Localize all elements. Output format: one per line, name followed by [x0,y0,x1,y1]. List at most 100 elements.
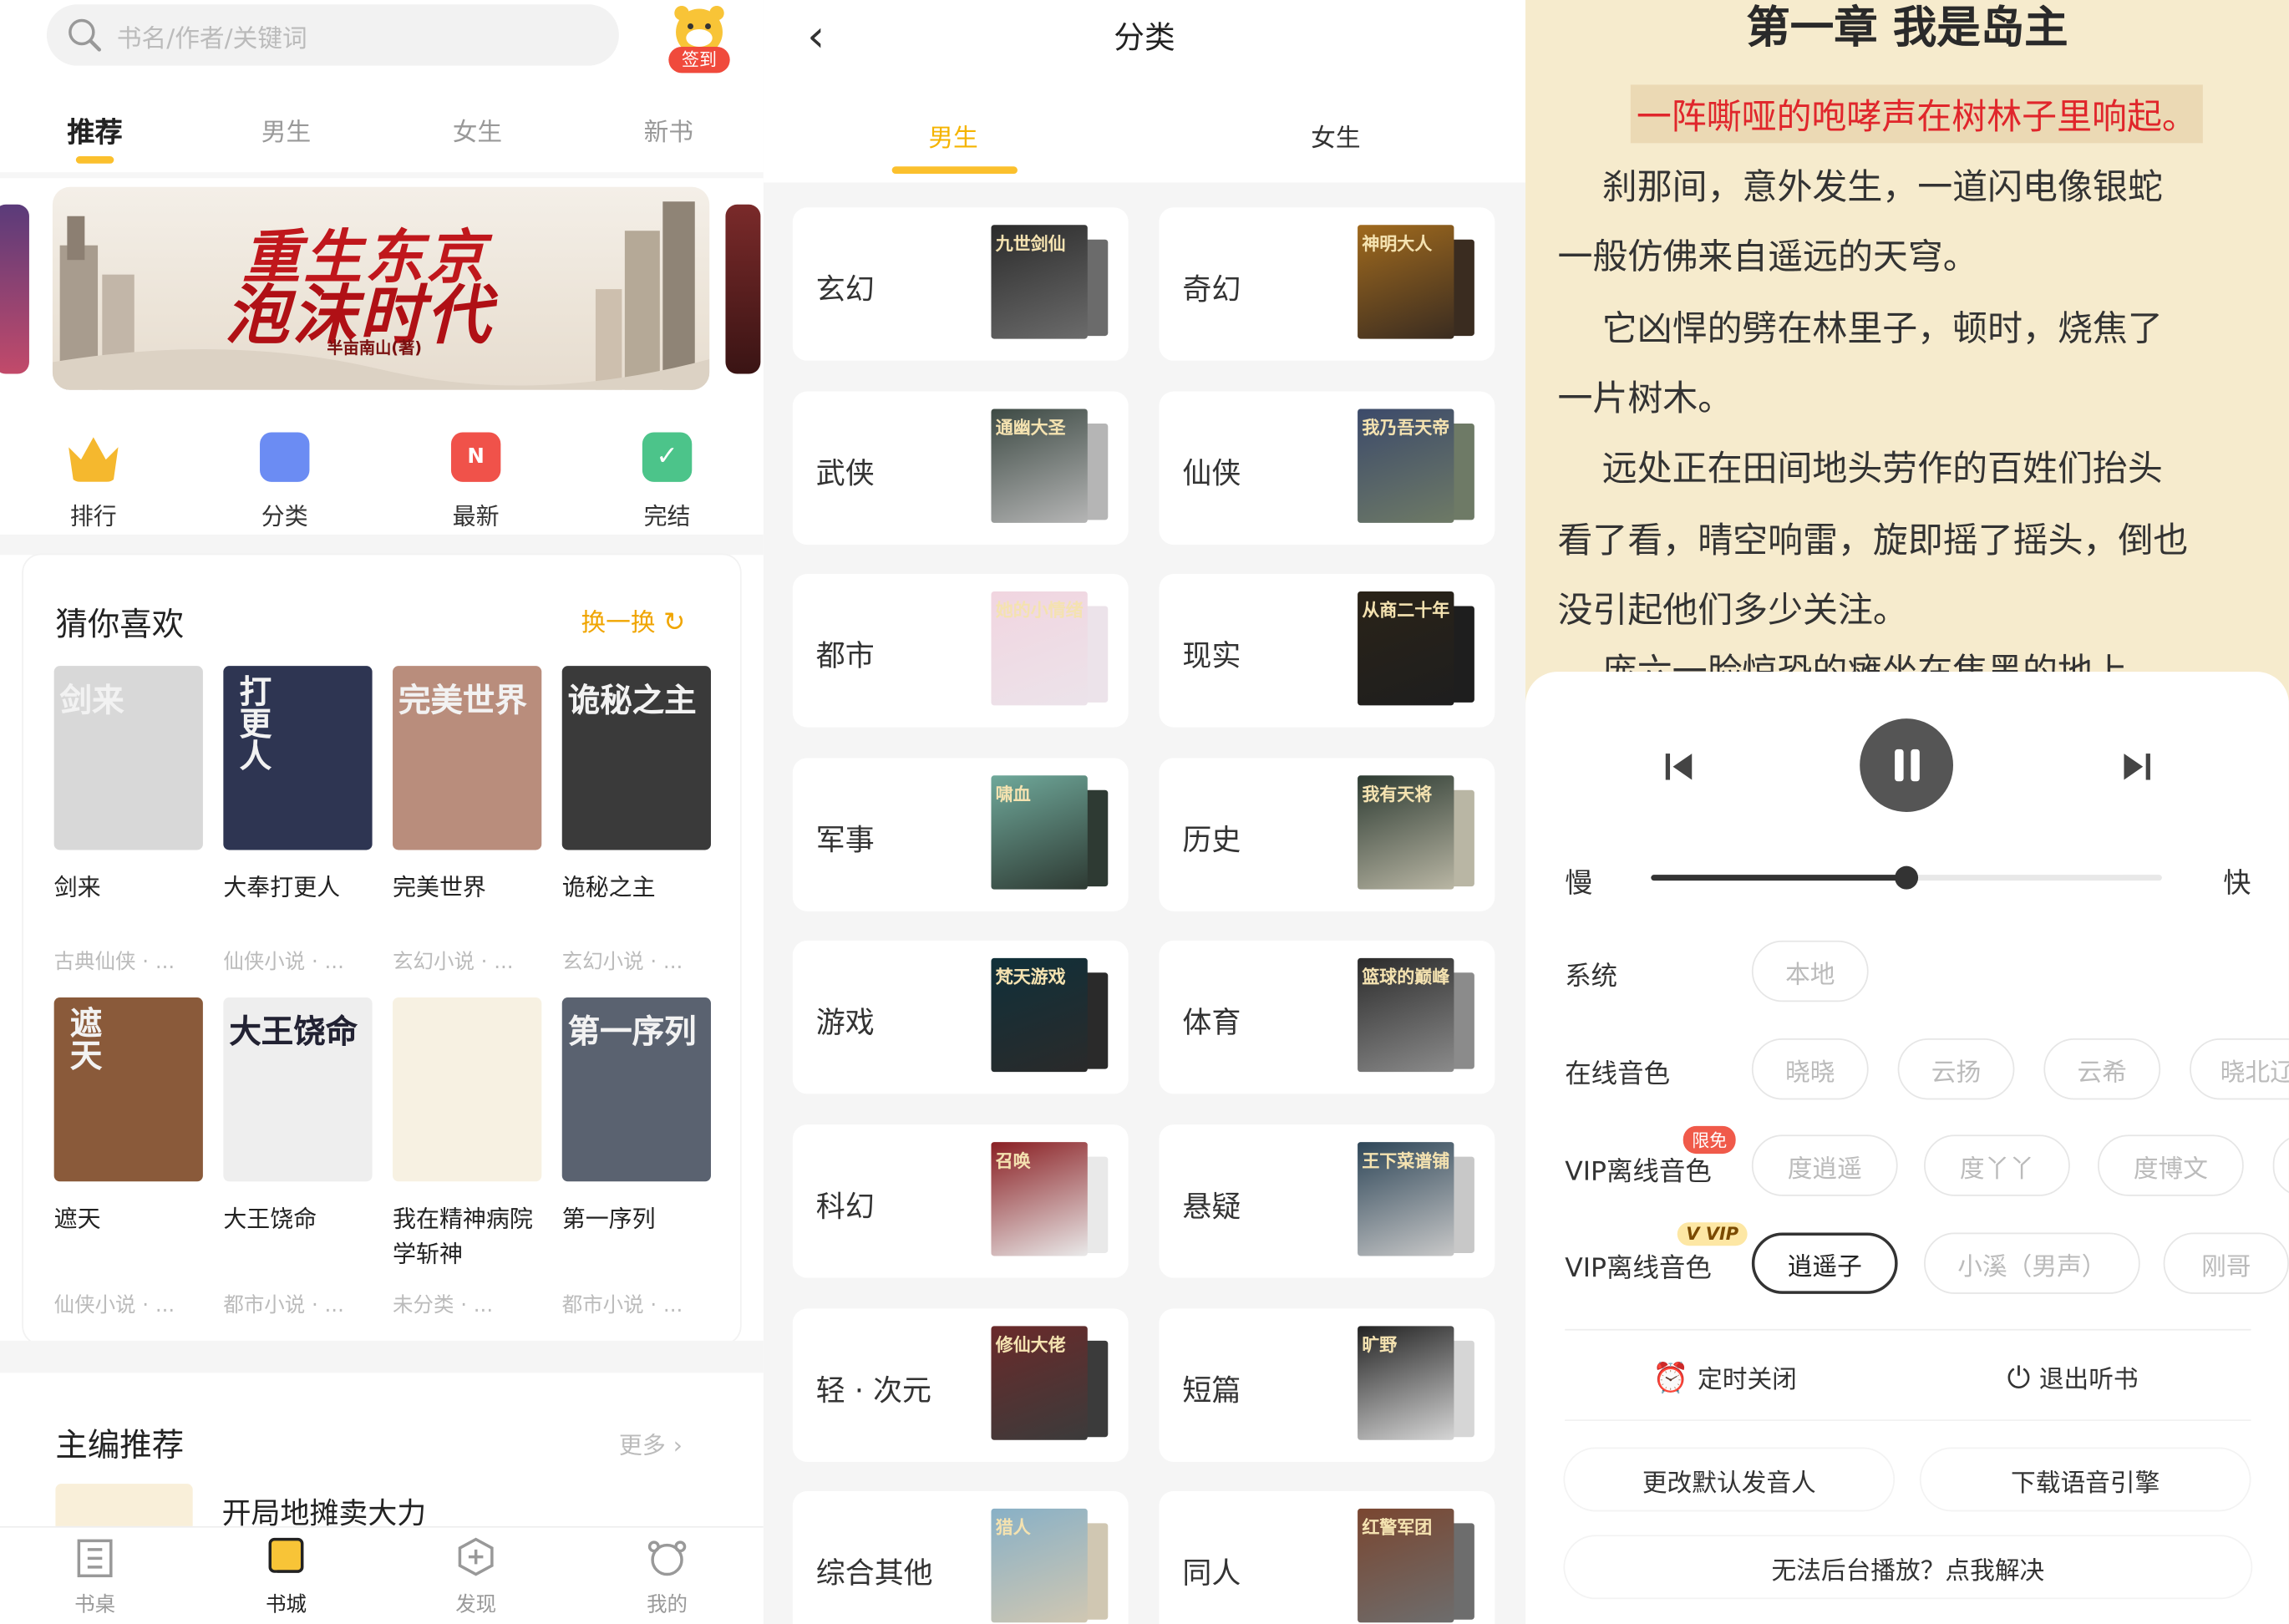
book-title[interactable]: 大王饶命 [223,1202,372,1237]
download-tts-engine-button[interactable]: 下载语音引擎 [1921,1449,2250,1510]
book-item[interactable]: 剑来 剑来 古典仙侠 · ... [53,666,203,974]
book-title[interactable]: 我在精神病院学斩神 [393,1202,541,1272]
chevron-right-icon: › [672,1431,683,1459]
book-title[interactable]: 大奉打更人 [223,870,372,906]
voice-duxiaoyao[interactable]: 度逍遥 [1751,1134,1898,1196]
rank-button[interactable]: 排行 [49,432,137,531]
book-item[interactable]: 诡秘之主 诡秘之主 玄幻小说 · ... [561,666,711,974]
tab-female[interactable]: 女生 [419,111,536,148]
category-item[interactable]: 玄幻 九世剑仙 [792,207,1129,361]
category-cover-title: 我乃吾天帝 [1362,417,1450,438]
sleep-timer-button[interactable]: ⏰ 定时关闭 [1652,1358,1797,1395]
category-item[interactable]: 同人 红警军团 [1159,1491,1495,1624]
tab-male[interactable]: 男生 [228,111,345,148]
book-item[interactable]: 我在精神病院学斩神 未分类 · ... [393,997,542,1317]
voice-dubowen[interactable]: 度博文 [2098,1134,2244,1196]
alarm-clock-icon: ⏰ [1652,1358,1689,1394]
category-item[interactable]: 仙侠 我乃吾天帝 [1159,390,1495,545]
book-title[interactable]: 第一序列 [562,1202,711,1237]
prev-banner[interactable] [0,204,29,374]
voice-more-cut[interactable] [2272,1134,2289,1196]
voice-gangge[interactable]: 刚哥 [2163,1232,2289,1294]
tab-new-books[interactable]: 新书 [610,111,727,148]
book-title[interactable]: 剑来 [54,870,203,906]
search-input[interactable]: 书名/作者/关键词 [46,4,619,66]
speed-slider-fill [1651,875,1907,881]
signin-button[interactable]: 签到 [662,3,735,74]
bookshelf-icon[interactable] [76,1538,114,1579]
voice-local[interactable]: 本地 [1751,940,1869,1002]
latest-button[interactable]: N 最新 [432,432,520,531]
voice-xiaoxi-male[interactable]: 小溪（男声） [1924,1232,2140,1294]
previous-track-icon[interactable] [1662,751,1694,783]
category-cover-title: 通幽大圣 [995,417,1066,438]
category-item[interactable]: 科幻 召唤 [792,1124,1129,1278]
exit-listen-button[interactable]: ⏻ 退出听书 [2007,1358,2139,1395]
book-item[interactable]: 打更人 大奉打更人 仙侠小说 · ... [223,666,373,974]
category-item[interactable]: 短篇 旷野 [1159,1307,1495,1462]
voice-xiaobei[interactable]: 晓北辽 [2190,1038,2289,1100]
tab-bookshelf[interactable]: 书桌 [51,1589,139,1618]
promo-banner[interactable]: 重生东京 泡沫时代 半亩南山(著) [52,186,710,390]
book-cover[interactable]: 遮天 [53,997,203,1182]
category-item[interactable]: 军事 啸血 [792,757,1129,911]
voice-yunxi[interactable]: 云希 [2043,1038,2161,1100]
tab-recommend[interactable]: 推荐 [37,111,154,150]
change-default-voice-button[interactable]: 更改默认发音人 [1565,1449,1894,1510]
tab-profile[interactable]: 我的 [623,1589,711,1618]
category-item[interactable]: 悬疑 王下菜谱铺 [1159,1124,1495,1278]
voice-xiaoxiao[interactable]: 晓晓 [1751,1038,1869,1100]
book-title[interactable]: 诡秘之主 [562,870,711,906]
background-playback-help-button[interactable]: 无法后台播放？点我解决 [1565,1536,2251,1598]
category-item[interactable]: 游戏 梵天游戏 [792,941,1129,1095]
category-title: 分类 [1114,20,1175,56]
category-item[interactable]: 轻 · 次元 修仙大佬 [792,1307,1129,1462]
book-cover-title: 诡秘之主 [567,682,697,720]
tab-male[interactable]: 男生 [895,117,1012,154]
book-item[interactable]: 完美世界 完美世界 玄幻小说 · ... [393,666,542,974]
category-item[interactable]: 奇幻 神明大人 [1159,207,1495,361]
book-title[interactable]: 遮天 [54,1202,203,1237]
book-cover[interactable]: 剑来 [53,666,203,850]
book-cover[interactable]: 完美世界 [393,666,542,850]
book-cover[interactable]: 第一序列 [561,997,711,1182]
book-cover[interactable]: 大王饶命 [223,997,373,1182]
tab-discover[interactable]: 发现 [432,1589,520,1618]
category-item[interactable]: 都市 她的小情绪 [792,574,1129,728]
speed-slider[interactable] [1651,865,2162,890]
editor-pick-title: 主编推荐 [55,1428,185,1465]
book-genre: 玄幻小说 · ... [393,951,514,975]
voice-yunyang[interactable]: 云扬 [1897,1038,2015,1100]
bookstore-icon[interactable] [267,1536,305,1577]
discover-icon[interactable] [457,1536,495,1577]
book-title[interactable]: 完美世界 [393,870,541,906]
book-item[interactable]: 第一序列 第一序列 都市小说 · ... [561,997,711,1317]
voice-duyaya[interactable]: 度丫丫 [1924,1134,2070,1196]
book-cover[interactable]: 诡秘之主 [561,666,711,850]
voice-xiaoyaozi[interactable]: 逍遥子 [1751,1232,1898,1294]
book-item[interactable]: 遮天 遮天 仙侠小说 · ... [53,997,203,1317]
category-item[interactable]: 武侠 通幽大圣 [792,390,1129,545]
book-item[interactable]: 大王饶命 大王饶命 都市小说 · ... [223,997,373,1317]
book-cover[interactable]: 打更人 [223,666,373,850]
category-item[interactable]: 现实 从商二十年 [1159,574,1495,728]
signin-label: 签到 [668,46,730,74]
category-item[interactable]: 综合其他 猎人 [792,1491,1129,1624]
profile-icon[interactable] [645,1540,688,1577]
next-banner[interactable] [725,204,761,374]
tab-bookstore[interactable]: 书城 [242,1589,330,1618]
speed-slider-handle[interactable] [1895,865,1919,890]
bookstore-screen: 书名/作者/关键词 签到 推荐 男生 女生 新书 重生东京 泡沫时代 半亩南山(… [0,0,764,1624]
more-button[interactable]: 更多 › [619,1425,683,1460]
swap-label: 换一换 [581,608,656,638]
next-track-icon[interactable] [2121,751,2153,783]
category-button[interactable]: 分类 [241,432,328,531]
book-cover[interactable] [393,997,542,1182]
swap-button[interactable]: 换一换 ↻ [581,601,685,638]
finished-button[interactable]: ✓ 完结 [623,432,711,531]
pause-button[interactable] [1860,718,1954,812]
category-name: 短篇 [1182,1372,1241,1408]
category-item[interactable]: 体育 篮球的巅峰 [1159,941,1495,1095]
category-item[interactable]: 历史 我有天将 [1159,757,1495,911]
tab-female[interactable]: 女生 [1277,117,1394,154]
